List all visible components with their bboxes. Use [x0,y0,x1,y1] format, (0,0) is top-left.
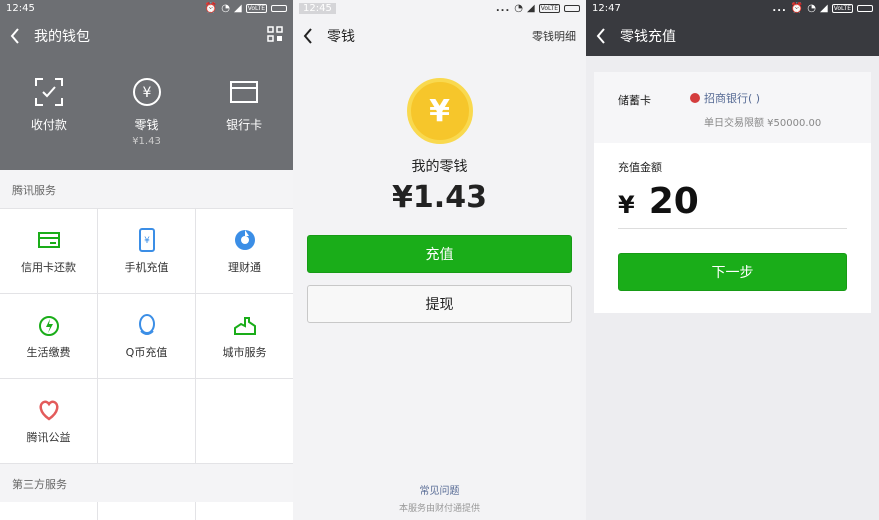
service-grid: 信用卡还款 ¥ 手机充值 理财通 生活缴费 Q币充值 城市服务 腾讯公益 [0,208,293,464]
service-utility[interactable]: 生活缴费 [0,294,97,378]
mobile-topup-icon: ¥ [135,227,159,252]
page-title: 零钱 [327,29,355,45]
status-time: 12:45 [299,2,336,14]
battery-icon [271,4,287,12]
volte-badge: VoLTE [831,3,853,13]
quick-change[interactable]: ¥ 零钱 ¥1.43 [98,76,196,147]
wallet-top-panel: 12:45 ⏰ ◔ ◢ VoLTE 我的钱包 收付款 ¥ 零钱 ¥1.43 银行… [0,0,293,170]
quick-bank-card[interactable]: 银行卡 [195,76,293,147]
quick-actions: 收付款 ¥ 零钱 ¥1.43 银行卡 [0,76,293,147]
balance-amount: ¥1.43 [392,180,487,215]
header: 我的钱包 [0,16,293,56]
header: 零钱 零钱明细 [293,16,586,56]
coin-symbol: ¥ [429,93,450,129]
bank-selector[interactable]: 储蓄卡 招商银行( ) 单日交易限额 ¥50000.00 [594,72,871,143]
service-label: 城市服务 [222,345,267,359]
wallet-screen: 12:45 ⏰ ◔ ◢ VoLTE 我的钱包 收付款 ¥ 零钱 ¥1.43 银行… [0,0,293,520]
status-bar: 12:45 ⏰ ◔ ◢ VoLTE [0,0,293,16]
daily-limit: 单日交易限额 ¥50000.00 [704,118,822,129]
service-label: 信用卡还款 [21,260,76,274]
amount-value: 20 [648,181,699,222]
service-city[interactable]: 城市服务 [196,294,293,378]
withdraw-button[interactable]: 提现 [307,285,572,323]
volte-badge: VoLTE [245,3,267,13]
wifi-icon: ◔ [221,2,230,14]
service-credit-card[interactable]: 信用卡还款 [0,209,97,293]
change-details-link[interactable]: 零钱明细 [532,28,576,44]
service-q-coin[interactable]: Q币充值 [98,294,195,378]
battery-icon [564,4,580,12]
service-charity[interactable]: 腾讯公益 [0,379,97,463]
change-screen: 12:45 ... ◔ ◢ VoLTE 零钱 零钱明细 ¥ 我的零钱 ¥1.43… [293,0,586,520]
service-label: 腾讯公益 [26,430,71,444]
status-bar: 12:45 ... ◔ ◢ VoLTE [293,0,586,16]
service-label: 手机充值 [124,260,169,274]
status-time: 12:45 [6,2,35,14]
header: 零钱充值 [586,16,879,56]
signal-icon: ◢ [820,2,828,14]
more-dots-icon: ... [495,2,511,14]
section-title: 腾讯服务 [0,170,293,208]
wifi-icon: ◔ [807,2,816,14]
bank-logo-icon [690,93,700,103]
footer: 常见问题 本服务由财付通提供 [293,482,586,514]
signal-icon: ◢ [234,2,242,14]
service-label: Q币充值 [125,345,168,359]
third-party-row [0,502,293,520]
bank-name: 招商银行( ) [704,92,761,105]
quick-label: 银行卡 [226,118,263,132]
dark-header-panel: 12:47 ... ⏰ ◔ ◢ VoLTE 零钱充值 [586,0,879,56]
status-bar: 12:47 ... ⏰ ◔ ◢ VoLTE [586,0,879,16]
recharge-screen: 12:47 ... ⏰ ◔ ◢ VoLTE 零钱充值 储蓄卡 招商银行() 单… [586,0,879,520]
page-title: 我的钱包 [34,29,90,45]
service-label: 理财通 [228,260,261,274]
faq-link[interactable]: 常见问题 [293,482,586,497]
bank-card-icon [228,76,260,108]
quick-pay-receive[interactable]: 收付款 [0,76,98,147]
back-arrow-icon[interactable] [596,28,612,44]
alarm-icon: ⏰ [790,2,804,14]
service-mobile-topup[interactable]: ¥ 手机充值 [98,209,195,293]
grid-menu-icon[interactable] [267,26,283,46]
page-title: 零钱充值 [620,29,676,45]
section-title: 第三方服务 [0,464,293,502]
currency-symbol: ¥ [618,191,635,219]
balance-label: 我的零钱 [411,159,468,175]
wifi-icon: ◔ [514,2,523,14]
quick-sub: ¥1.43 [132,136,161,147]
back-arrow-icon[interactable] [303,28,319,44]
svg-text:¥: ¥ [144,236,150,246]
card-type-label: 储蓄卡 [618,94,651,107]
service-wealth[interactable]: 理财通 [196,209,293,293]
yuan-coin-icon: ¥ [131,76,163,108]
quick-label: 零钱 [134,118,159,132]
recharge-button[interactable]: 充值 [307,235,572,273]
amount-block: 充值金额 ¥ 20 [594,143,871,229]
wealth-icon [233,228,257,252]
empty-cell [98,379,195,463]
amount-input[interactable]: ¥ 20 [618,181,847,229]
scan-pay-icon [33,76,65,108]
next-button[interactable]: 下一步 [618,253,847,291]
volte-badge: VoLTE [538,3,560,13]
charity-heart-icon [37,398,61,422]
back-arrow-icon[interactable] [10,28,26,44]
more-dots-icon: ... [772,2,787,14]
city-service-icon [233,313,257,337]
recharge-card: 储蓄卡 招商银行( ) 单日交易限额 ¥50000.00 充值金额 ¥ 20 下… [594,72,871,313]
svg-text:¥: ¥ [142,85,151,101]
empty-cell [196,379,293,463]
utility-bolt-icon [37,313,61,337]
signal-icon: ◢ [527,2,535,14]
quick-label: 收付款 [30,118,67,132]
service-label: 生活缴费 [26,345,71,359]
credit-card-icon [37,228,61,252]
alarm-icon: ⏰ [204,2,218,14]
amount-label: 充值金额 [618,161,662,174]
status-time: 12:47 [592,2,621,14]
battery-icon [857,4,873,12]
coin-icon: ¥ [406,78,473,144]
provider-note: 本服务由财付通提供 [398,504,480,514]
qq-penguin-icon [135,313,159,337]
